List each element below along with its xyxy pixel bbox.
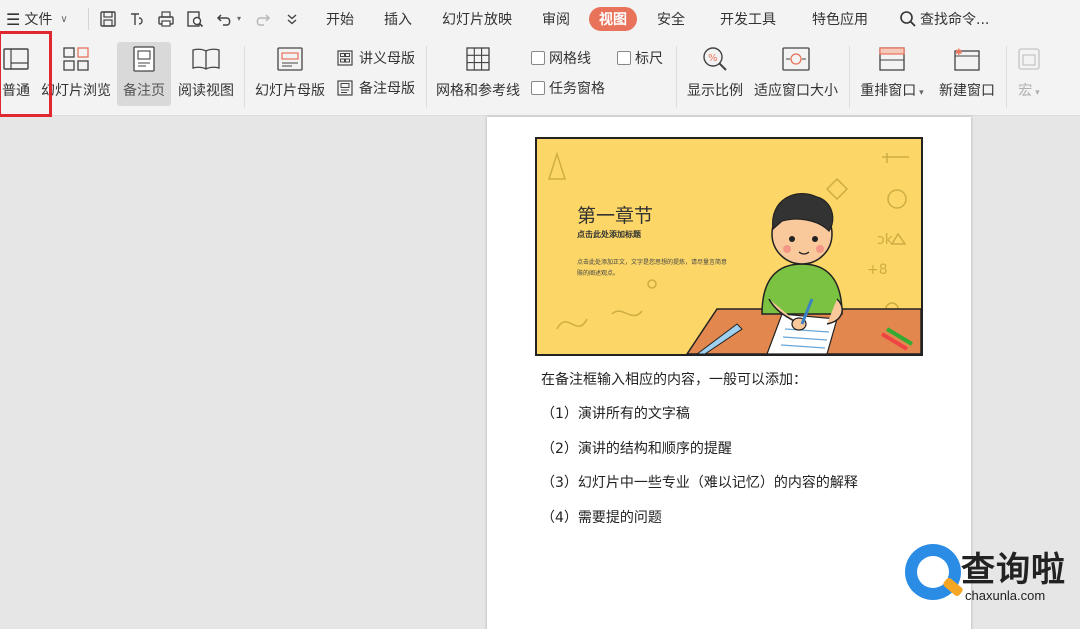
slide-thumbnail[interactable]: +8 ɔk 第一章节 点击此处添加标题 点击此处添加正文，文字是您思想的提炼，请…	[535, 137, 923, 356]
ruler-checkbox[interactable]: 标尺	[617, 48, 663, 68]
new-window-icon: ✱	[952, 44, 982, 74]
book-icon	[191, 44, 221, 74]
slide-sorter-icon	[61, 44, 91, 74]
slide-body: 点击此处添加正文，文字是您思想的提炼，请尽量言简意赅的阐述观点。	[577, 259, 728, 277]
logo-q-icon	[905, 544, 964, 600]
search-icon	[900, 11, 916, 27]
reading-view-button[interactable]: 阅读视图	[176, 42, 236, 106]
gridlines-label: 网格线	[549, 51, 591, 67]
macro-icon	[1014, 44, 1044, 74]
ribbon-divider	[244, 46, 245, 108]
new-window-label: 新建窗口	[939, 83, 995, 99]
grid-icon	[463, 44, 493, 74]
notes-page: +8 ɔk 第一章节 点击此处添加标题 点击此处添加正文，文字是您思想的提炼，请…	[487, 117, 971, 629]
zoom-label: 显示比例	[687, 83, 743, 99]
menu-bar: ☰ 文件 ∨ ▾ 开始 插入 幻灯片放映 审阅 视图 安全 开发工具 特色应用 …	[0, 0, 1080, 38]
arrange-windows-button[interactable]: 重排窗口 ▾	[857, 42, 927, 106]
notes-master-label: 备注母版	[359, 81, 415, 97]
tab-home[interactable]: 开始	[326, 0, 354, 38]
ribbon-divider	[1006, 46, 1007, 108]
print-icon[interactable]	[155, 8, 177, 30]
chevron-down-icon: ∨	[60, 13, 68, 25]
view-ribbon: 普通 幻灯片浏览 备注页 阅读视图 幻灯片母版 讲义母版 备注母版 网格和参考线…	[0, 38, 1080, 116]
ribbon-divider	[849, 46, 850, 108]
arrange-windows-label: 重排窗口 ▾	[860, 83, 924, 99]
redo-icon[interactable]	[251, 8, 273, 30]
notes-item: （1）演讲所有的文字稿	[541, 406, 690, 422]
ruler-checkbox-box[interactable]	[617, 51, 631, 65]
tab-special-apps[interactable]: 特色应用	[812, 0, 868, 38]
print-preview-icon[interactable]	[184, 8, 206, 30]
notes-master-icon	[337, 80, 353, 96]
divider	[88, 8, 89, 30]
tab-view[interactable]: 视图	[589, 7, 637, 31]
macro-label: 宏 ▾	[1018, 83, 1040, 99]
slide-illustration: +8 ɔk	[547, 151, 921, 354]
save-icon[interactable]	[97, 8, 119, 30]
zoom-button[interactable]: % 显示比例	[684, 42, 746, 106]
notes-item: （4）需要提的问题	[541, 510, 662, 526]
handout-master-button[interactable]: 讲义母版	[337, 48, 415, 68]
notes-intro: 在备注框输入相应的内容，一般可以添加：	[541, 372, 807, 388]
tab-review[interactable]: 审阅	[542, 0, 570, 38]
ruler-label: 标尺	[635, 51, 663, 67]
watermark-cn: 查询啦	[961, 550, 1066, 590]
svg-text:✱: ✱	[955, 48, 963, 58]
notes-page-icon	[129, 44, 159, 74]
grid-guides-button[interactable]: 网格和参考线	[434, 42, 522, 106]
fit-window-label: 适应窗口大小	[754, 83, 838, 99]
export-icon[interactable]	[126, 8, 148, 30]
slide-master-icon	[275, 44, 305, 74]
task-pane-checkbox[interactable]: 任务窗格	[531, 78, 605, 98]
undo-dropdown-icon[interactable]: ▾	[237, 14, 241, 23]
ribbon-divider	[676, 46, 677, 108]
command-search[interactable]: 查找命令...	[899, 0, 989, 38]
tab-insert[interactable]: 插入	[384, 0, 412, 38]
watermark-logo: 查询啦 chaxunla.com	[903, 540, 1073, 610]
task-pane-checkbox-box[interactable]	[531, 81, 545, 95]
notes-item: （3）幻灯片中一些专业（难以记忆）的内容的解释	[541, 475, 858, 491]
notes-master-button[interactable]: 备注母版	[337, 78, 415, 98]
undo-icon[interactable]	[214, 8, 236, 30]
handout-master-icon	[337, 50, 353, 66]
svg-text:ɔk: ɔk	[877, 232, 894, 248]
task-pane-label: 任务窗格	[549, 81, 605, 97]
new-window-button[interactable]: ✱ 新建窗口	[936, 42, 998, 106]
hamburger-icon: ☰	[6, 9, 21, 29]
watermark-en: chaxunla.com	[965, 588, 1046, 603]
arrange-windows-icon	[877, 44, 907, 74]
ribbon-divider	[426, 46, 427, 108]
macro-button[interactable]: 宏 ▾	[1012, 42, 1046, 106]
gridlines-checkbox-box[interactable]	[531, 51, 545, 65]
grid-guides-label: 网格和参考线	[436, 83, 520, 99]
highlight-box	[0, 31, 52, 117]
tab-slideshow[interactable]: 幻灯片放映	[442, 0, 512, 38]
reading-view-label: 阅读视图	[178, 83, 234, 99]
file-menu-label: 文件	[24, 12, 53, 28]
slide-master-label: 幻灯片母版	[255, 83, 325, 99]
customize-toolbar-icon[interactable]	[281, 8, 303, 30]
notes-item: （2）演讲的结构和顺序的提醒	[541, 441, 732, 457]
fit-window-button[interactable]: 适应窗口大小	[752, 42, 840, 106]
command-search-placeholder: 查找命令...	[920, 12, 990, 28]
tab-developer[interactable]: 开发工具	[720, 0, 776, 38]
svg-text:+8: +8	[867, 262, 888, 278]
zoom-icon: %	[700, 44, 730, 74]
fit-window-icon	[781, 44, 811, 74]
svg-text:%: %	[708, 53, 718, 64]
gridlines-checkbox[interactable]: 网格线	[531, 48, 591, 68]
tab-security[interactable]: 安全	[657, 0, 685, 38]
slide-master-button[interactable]: 幻灯片母版	[253, 42, 327, 106]
slide-subtitle: 点击此处添加标题	[577, 230, 641, 239]
notes-page-label: 备注页	[123, 83, 165, 99]
handout-master-label: 讲义母版	[359, 51, 415, 67]
slide-title: 第一章节	[577, 205, 654, 227]
notes-page-button[interactable]: 备注页	[117, 42, 171, 106]
